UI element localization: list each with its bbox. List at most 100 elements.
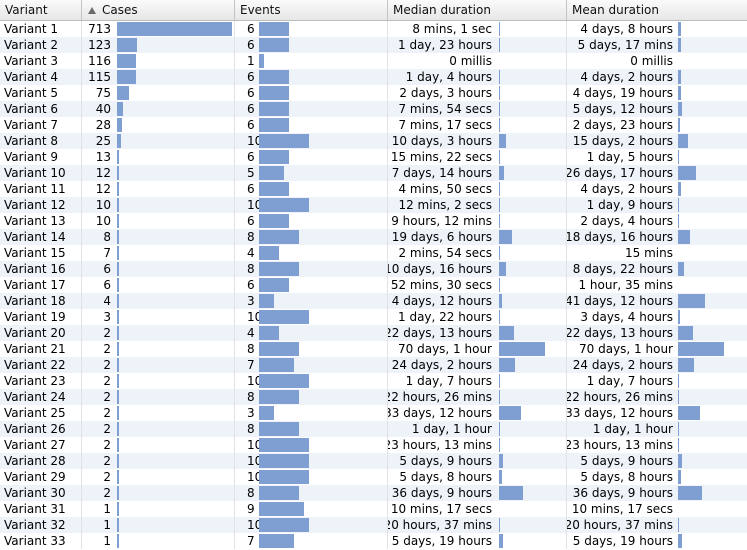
cases-value: 123 <box>88 38 111 52</box>
table-row[interactable]: Variant 29 2 10 5 days, 8 hours 5 days, 8 ho… <box>0 469 747 485</box>
mean-duration-cell: 5 days, 9 hours <box>567 453 747 469</box>
median-duration-bar <box>499 438 500 452</box>
variant-cell: Variant 3 <box>0 53 82 69</box>
cases-value: 713 <box>88 22 111 36</box>
median-duration-bar <box>499 310 500 324</box>
column-header-events[interactable]: Events <box>235 0 388 20</box>
table-row[interactable]: Variant 3 116 1 0 millis 0 millis <box>0 53 747 69</box>
median-duration-cell: 5 days, 8 hours <box>388 469 567 485</box>
mean-duration-cell: 22 days, 13 hours <box>567 325 747 341</box>
mean-duration-cell: 4 days, 2 hours <box>567 69 747 85</box>
events-bar <box>259 150 289 164</box>
median-duration-cell: 33 days, 12 hours <box>388 405 567 421</box>
table-header: Variant Cases Events Median duration Mea… <box>0 0 747 21</box>
events-value: 8 <box>247 262 255 276</box>
table-row[interactable]: Variant 14 8 8 19 days, 6 hours 18 days, 16 … <box>0 229 747 245</box>
table-row[interactable]: Variant 12 10 10 12 mins, 2 secs 1 day, 9 ho… <box>0 197 747 213</box>
mean-duration-value: 4 days, 19 hours <box>572 86 673 100</box>
table-row[interactable]: Variant 15 7 4 2 mins, 54 secs 15 mins <box>0 245 747 261</box>
variant-cell: Variant 13 <box>0 213 82 229</box>
table-row[interactable]: Variant 4 115 6 1 day, 4 hours 4 days, 2 hou… <box>0 69 747 85</box>
table-row[interactable]: Variant 5 75 6 2 days, 3 hours 4 days, 19 ho… <box>0 85 747 101</box>
mean-duration-value: 3 days, 4 hours <box>580 310 673 324</box>
events-bar <box>259 214 289 228</box>
table-row[interactable]: Variant 22 2 7 24 days, 2 hours 24 days, 2 h… <box>0 357 747 373</box>
median-duration-value: 2 mins, 54 secs <box>398 246 492 260</box>
column-header-median-duration[interactable]: Median duration <box>388 0 567 20</box>
column-header-mean-duration[interactable]: Mean duration <box>567 0 747 20</box>
events-value: 5 <box>247 166 255 180</box>
table-row[interactable]: Variant 25 2 3 33 days, 12 hours 33 days, 12… <box>0 405 747 421</box>
median-duration-bar <box>499 22 500 36</box>
variant-cell: Variant 22 <box>0 357 82 373</box>
median-duration-bar <box>499 70 500 84</box>
mean-duration-cell: 33 days, 12 hours <box>567 405 747 421</box>
median-duration-cell: 2 days, 3 hours <box>388 85 567 101</box>
median-duration-value: 10 days, 3 hours <box>391 134 492 148</box>
table-row[interactable]: Variant 27 2 10 23 hours, 13 mins 23 hours, … <box>0 437 747 453</box>
events-cell: 1 <box>235 53 388 69</box>
table-row[interactable]: Variant 28 2 10 5 days, 9 hours 5 days, 9 ho… <box>0 453 747 469</box>
column-header-variant[interactable]: Variant <box>0 0 82 20</box>
table-row[interactable]: Variant 17 6 6 52 mins, 30 secs 1 hour, 35 m… <box>0 277 747 293</box>
table-row[interactable]: Variant 6 40 6 7 mins, 54 secs 5 days, 12 ho… <box>0 101 747 117</box>
variant-cell: Variant 19 <box>0 309 82 325</box>
mean-duration-value: 15 mins <box>625 246 673 260</box>
table-row[interactable]: Variant 30 2 8 36 days, 9 hours 36 days, 9 h… <box>0 485 747 501</box>
median-duration-value: 70 days, 1 hour <box>398 342 492 356</box>
variant-cell: Variant 11 <box>0 181 82 197</box>
table-row[interactable]: Variant 8 25 10 10 days, 3 hours 15 days, 2 … <box>0 133 747 149</box>
table-row[interactable]: Variant 19 3 10 1 day, 22 hours 3 days, 4 ho… <box>0 309 747 325</box>
table-row[interactable]: Variant 7 28 6 7 mins, 17 secs 2 days, 23 ho… <box>0 117 747 133</box>
cases-bar <box>117 214 119 228</box>
table-row[interactable]: Variant 24 2 8 22 hours, 26 mins 22 hours, 2… <box>0 389 747 405</box>
cases-bar <box>117 326 119 340</box>
cases-cell: 3 <box>82 309 235 325</box>
mean-duration-bar <box>678 486 702 500</box>
table-row[interactable]: Variant 10 12 5 7 days, 14 hours 26 days, 17… <box>0 165 747 181</box>
events-bar <box>259 246 279 260</box>
table-row[interactable]: Variant 13 10 6 9 hours, 12 mins 2 days, 4 h… <box>0 213 747 229</box>
variant-cell: Variant 26 <box>0 421 82 437</box>
cases-cell: 2 <box>82 485 235 501</box>
table-row[interactable]: Variant 16 6 8 10 days, 16 hours 8 days, 22 … <box>0 261 747 277</box>
events-bar <box>259 390 299 404</box>
table-row[interactable]: Variant 20 2 4 22 days, 13 hours 22 days, 13… <box>0 325 747 341</box>
median-duration-cell: 15 mins, 22 secs <box>388 149 567 165</box>
events-bar <box>259 518 309 532</box>
table-row[interactable]: Variant 11 12 6 4 mins, 50 secs 4 days, 2 ho… <box>0 181 747 197</box>
cases-bar <box>117 438 119 452</box>
mean-duration-cell: 5 days, 17 mins <box>567 37 747 53</box>
mean-duration-cell: 1 day, 7 hours <box>567 373 747 389</box>
table-row[interactable]: Variant 31 1 9 10 mins, 17 secs 10 mins, 17 … <box>0 501 747 517</box>
cases-bar <box>117 502 119 516</box>
events-bar <box>259 278 289 292</box>
cases-bar <box>117 518 119 532</box>
table-row[interactable]: Variant 26 2 8 1 day, 1 hour 1 day, 1 hour <box>0 421 747 437</box>
variant-cell: Variant 21 <box>0 341 82 357</box>
mean-duration-value: 22 days, 13 hours <box>567 326 673 340</box>
mean-duration-cell: 4 days, 8 hours <box>567 21 747 37</box>
column-header-cases[interactable]: Cases <box>82 0 235 20</box>
cases-cell: 10 <box>82 213 235 229</box>
cases-bar <box>117 374 119 388</box>
table-row[interactable]: Variant 2 123 6 1 day, 23 hours 5 days, 17 m… <box>0 37 747 53</box>
cases-value: 6 <box>103 278 111 292</box>
table-row[interactable]: Variant 18 4 3 4 days, 12 hours 41 days, 12 … <box>0 293 747 309</box>
cases-value: 25 <box>95 134 111 148</box>
cases-value: 28 <box>95 118 111 132</box>
table-row[interactable]: Variant 1 713 6 8 mins, 1 sec 4 days, 8 hour… <box>0 21 747 37</box>
table-row[interactable]: Variant 9 13 6 15 mins, 22 secs 1 day, 5 hou… <box>0 149 747 165</box>
events-bar <box>259 166 284 180</box>
cases-bar <box>117 406 119 420</box>
table-row[interactable]: Variant 21 2 8 70 days, 1 hour 70 days, 1 ho… <box>0 341 747 357</box>
table-row[interactable]: Variant 32 1 10 20 hours, 37 mins 20 hours, … <box>0 517 747 533</box>
variant-cell: Variant 32 <box>0 517 82 533</box>
cases-value: 12 <box>95 182 111 196</box>
table-row[interactable]: Variant 23 2 10 1 day, 7 hours 1 day, 7 hour… <box>0 373 747 389</box>
mean-duration-bar <box>678 470 681 484</box>
events-value: 8 <box>247 342 255 356</box>
variant-cell: Variant 17 <box>0 277 82 293</box>
table-row[interactable]: Variant 33 1 7 5 days, 19 hours 5 days, 19 h… <box>0 533 747 549</box>
mean-duration-bar <box>678 134 688 148</box>
